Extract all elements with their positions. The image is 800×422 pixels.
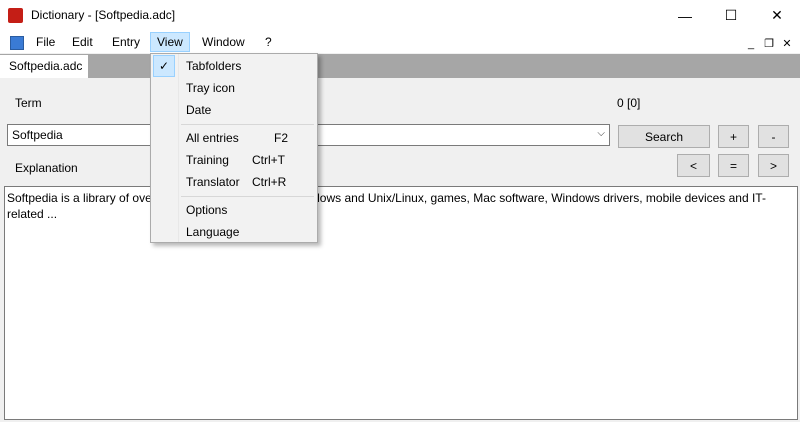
menu-item-label: Tray icon [186, 81, 235, 95]
chevron-down-icon[interactable]: ⌵ [597, 128, 605, 139]
app-icon[interactable] [8, 8, 23, 23]
menu-item-shortcut: Ctrl+R [252, 175, 287, 189]
window-title: Dictionary - [Softpedia.adc] [31, 8, 176, 22]
menu-item-label: Translator [186, 175, 240, 189]
tab-strip [0, 54, 800, 78]
menu-item-label: Training [186, 153, 229, 167]
menu-item-all-entries[interactable]: All entries F2 [152, 127, 316, 149]
mdi-minimize-button[interactable]: _ [742, 35, 760, 53]
explanation-textarea[interactable]: Softpedia is a library of over ... softw… [4, 186, 798, 420]
menu-item-training[interactable]: Training Ctrl+T [152, 149, 316, 171]
minimize-button[interactable]: — [662, 0, 708, 31]
menu-item-tray-icon[interactable]: Tray icon [152, 77, 316, 99]
explanation-label: Explanation [15, 161, 78, 175]
menu-item-label: Language [186, 225, 240, 239]
menu-item-label: Options [186, 203, 228, 217]
previous-button[interactable]: < [677, 154, 710, 177]
menu-separator [181, 124, 314, 125]
menu-file[interactable]: File [30, 33, 61, 51]
menu-item-label: Date [186, 103, 212, 117]
entry-count: 0 [0] [617, 96, 641, 110]
view-menu-dropdown: ✓ Tabfolders Tray icon Date All entries … [150, 53, 318, 243]
equal-button[interactable]: = [718, 154, 749, 177]
menu-item-options[interactable]: Options [152, 199, 316, 221]
add-entry-button[interactable]: + [718, 125, 749, 148]
mdi-restore-button[interactable]: ❐ [760, 35, 778, 53]
tab-label: Softpedia.adc [9, 59, 83, 73]
menu-item-label: All entries [186, 131, 239, 145]
term-label: Term [15, 96, 42, 110]
mdi-close-button[interactable]: ✕ [778, 35, 796, 53]
mdi-document-icon[interactable] [10, 36, 24, 50]
menu-item-date[interactable]: Date [152, 99, 316, 121]
menu-help[interactable]: ? [259, 33, 278, 51]
menu-view[interactable]: View [150, 32, 190, 52]
next-button[interactable]: > [758, 154, 789, 177]
menu-window[interactable]: Window [196, 33, 251, 51]
remove-entry-button[interactable]: - [758, 125, 789, 148]
menu-entry[interactable]: Entry [106, 33, 146, 51]
menu-separator [181, 196, 314, 197]
menu-item-language[interactable]: Language [152, 221, 316, 243]
menu-item-shortcut: Ctrl+T [252, 153, 285, 167]
maximize-button[interactable]: ☐ [708, 0, 754, 31]
search-button[interactable]: Search [618, 125, 710, 148]
menu-item-tabfolders[interactable]: Tabfolders [152, 55, 316, 77]
menu-item-label: Tabfolders [186, 59, 242, 73]
close-button[interactable]: ✕ [754, 0, 800, 31]
mdi-controls: _ ❐ ✕ [740, 35, 800, 53]
menu-item-translator[interactable]: Translator Ctrl+R [152, 171, 316, 193]
explanation-text: Softpedia is a library of over ... softw… [7, 191, 766, 221]
menu-edit[interactable]: Edit [66, 33, 99, 51]
menu-item-shortcut: F2 [274, 131, 289, 145]
